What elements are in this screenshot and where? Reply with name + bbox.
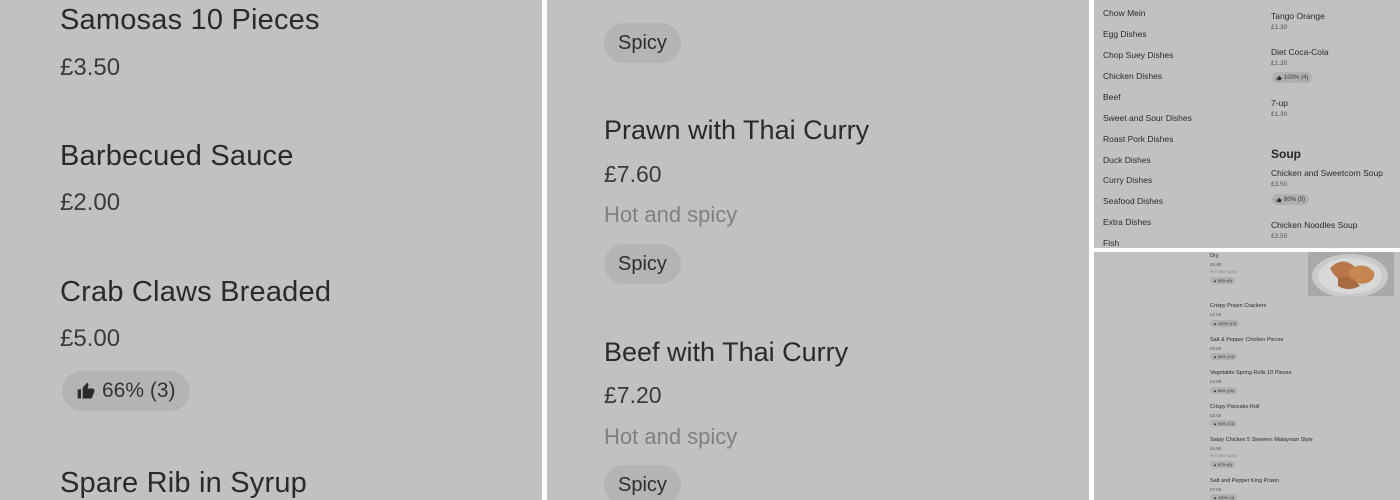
item-description: Hot and spicy: [1210, 269, 1238, 274]
rating-text: 88% (25): [1217, 388, 1235, 393]
item-name[interactable]: Crispy Pancake Roll: [1210, 404, 1260, 410]
thumbs-up-icon: ▲: [1213, 321, 1217, 326]
category-sweet-sour[interactable]: Sweet and Sour Dishes: [1103, 113, 1192, 123]
item-price: £6.50: [1210, 446, 1222, 451]
item-price: £3.50: [1210, 379, 1222, 384]
item-price: £2.50: [1210, 413, 1222, 418]
item-name[interactable]: Beef with Thai Curry: [604, 337, 848, 368]
rating-text: 84% (13): [1217, 354, 1235, 359]
item-price: £2.00: [60, 189, 121, 216]
item-name[interactable]: Satay Chicken 5 Skewers Malaysian Style: [1210, 437, 1313, 443]
spicy-tag: Spicy: [604, 465, 681, 500]
item-price: £6.80: [1210, 346, 1222, 351]
rating-text: 100% (10): [1217, 321, 1237, 326]
category-chop-suey[interactable]: Chop Suey Dishes: [1103, 50, 1173, 60]
rating-badge: ▲ 100% (4): [1210, 494, 1238, 500]
item-price: £7.60: [1210, 487, 1222, 492]
item-price: £2.00: [1210, 312, 1222, 317]
rating-badge: ▲ 100% (10): [1210, 320, 1240, 327]
item-price: £3.50: [60, 54, 121, 81]
item-name[interactable]: 7-up: [1271, 98, 1288, 108]
food-image[interactable]: [1308, 252, 1394, 296]
rating-text: 80% (5): [1284, 196, 1306, 203]
item-name[interactable]: Crispy Prawn Crackers: [1210, 303, 1266, 309]
rating-badge: 80% (5): [1272, 194, 1310, 205]
item-price: £5.00: [60, 325, 121, 352]
category-curry[interactable]: Curry Dishes: [1103, 175, 1152, 185]
item-name[interactable]: Tango Orange: [1271, 11, 1325, 21]
rating-text: 100% (4): [1217, 495, 1235, 500]
item-description: Hot and spicy: [1210, 453, 1238, 458]
category-chow-mein[interactable]: Chow Mein: [1103, 8, 1146, 18]
spicy-tag: Spicy: [604, 23, 681, 63]
item-description: Hot and spicy: [604, 424, 738, 449]
item-name[interactable]: Diet Coca-Cola: [1271, 47, 1329, 57]
item-name[interactable]: Dry: [1210, 253, 1219, 259]
rating-badge: 100% (4): [1272, 72, 1313, 83]
rating-text: 83% (6): [1217, 278, 1232, 283]
item-name[interactable]: Chicken and Sweetcorn Soup: [1271, 168, 1383, 178]
thumbs-up-icon: [1276, 197, 1282, 202]
food-photo-icon: [1312, 254, 1388, 296]
rating-badge: 66% (3): [62, 371, 190, 411]
item-price: £7.60: [604, 161, 662, 187]
item-name[interactable]: Prawn with Thai Curry: [604, 115, 869, 146]
category-egg-dishes[interactable]: Egg Dishes: [1103, 29, 1146, 39]
spicy-tag: Spicy: [604, 244, 681, 284]
category-roast-pork[interactable]: Roast Pork Dishes: [1103, 134, 1173, 144]
rating-badge: ▲ 92% (13): [1210, 420, 1238, 427]
rating-text: 66% (3): [102, 379, 176, 402]
thumbs-up-icon: [77, 382, 95, 399]
category-extra[interactable]: Extra Dishes: [1103, 217, 1151, 227]
thumbs-up-icon: ▲: [1213, 388, 1217, 393]
category-chicken[interactable]: Chicken Dishes: [1103, 71, 1162, 81]
item-name[interactable]: Crab Claws Breaded: [60, 276, 331, 309]
thumbs-up-icon: [1276, 75, 1282, 80]
item-name[interactable]: Barbecued Sauce: [60, 140, 294, 173]
item-price: £1.30: [1271, 24, 1288, 31]
item-name[interactable]: Vegetable Spring Rolls 10 Pieces: [1210, 370, 1291, 376]
category-duck[interactable]: Duck Dishes: [1103, 155, 1151, 165]
rating-badge: ▲ 84% (13): [1210, 353, 1238, 360]
section-heading-soup: Soup: [1271, 147, 1301, 161]
rating-text: 87% (8): [1217, 462, 1232, 467]
item-name[interactable]: Chicken Noodles Soup: [1271, 220, 1357, 230]
item-name[interactable]: Spare Rib in Syrup: [60, 467, 307, 500]
item-price: £3.50: [1271, 181, 1288, 188]
item-price: £6.80: [1210, 262, 1222, 267]
thumbs-up-icon: ▲: [1213, 354, 1217, 359]
category-fish[interactable]: Fish: [1103, 238, 1119, 248]
thumbs-up-icon: ▲: [1213, 278, 1217, 283]
item-name[interactable]: Samosas 10 Pieces: [60, 4, 320, 37]
item-price: £1.30: [1271, 111, 1288, 118]
rating-text: 92% (13): [1217, 421, 1235, 426]
item-price: £7.20: [604, 382, 662, 408]
rating-badge: ▲ 83% (6): [1210, 277, 1235, 284]
item-name[interactable]: Salt & Pepper Chicken Pieces: [1210, 337, 1283, 343]
thumbs-up-icon: ▲: [1213, 462, 1217, 467]
rating-text: 100% (4): [1284, 74, 1309, 81]
thumbs-up-icon: ▲: [1213, 421, 1217, 426]
category-beef[interactable]: Beef: [1103, 92, 1121, 102]
item-price: £3.50: [1271, 233, 1288, 240]
rating-badge: ▲ 87% (8): [1210, 461, 1235, 468]
category-seafood[interactable]: Seafood Dishes: [1103, 196, 1163, 206]
item-description: Hot and spicy: [604, 202, 738, 227]
item-price: £1.30: [1271, 60, 1288, 67]
item-name[interactable]: Salt and Pepper King Prawn: [1210, 478, 1279, 484]
thumbs-up-icon: ▲: [1213, 495, 1217, 500]
rating-badge: ▲ 88% (25): [1210, 387, 1238, 394]
